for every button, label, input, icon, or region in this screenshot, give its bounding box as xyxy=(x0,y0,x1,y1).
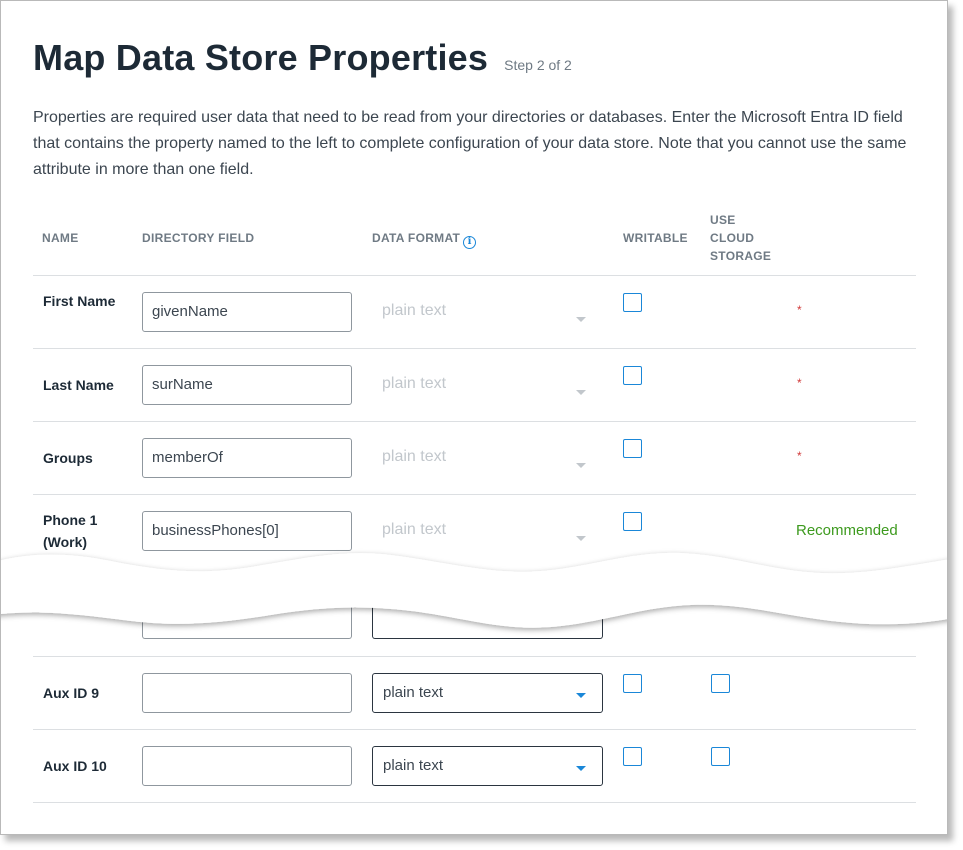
required-indicator: * xyxy=(797,376,802,390)
page-description: Properties are required user data that n… xyxy=(33,109,907,178)
chevron-down-icon xyxy=(576,317,586,322)
data-format-select: plain text xyxy=(372,291,602,331)
cloud-storage-checkbox[interactable] xyxy=(711,747,730,766)
recommended-indicator: Recommended xyxy=(796,522,898,539)
column-header-use-cloud-storage-line2: CLOUD xyxy=(710,231,755,245)
row-name: Last Name xyxy=(43,377,114,393)
writable-checkbox[interactable] xyxy=(623,512,642,531)
column-header-directory-field: DIRECTORY FIELD xyxy=(142,231,255,245)
column-header-data-format: DATA FORMAT i xyxy=(372,229,477,249)
required-indicator: * xyxy=(797,449,802,463)
data-format-value: plain text xyxy=(382,375,447,392)
writable-checkbox[interactable] xyxy=(623,674,642,693)
directory-field-input[interactable] xyxy=(142,673,352,713)
page-title: Map Data Store Properties xyxy=(33,37,489,78)
cloud-storage-checkbox[interactable] xyxy=(711,674,730,693)
row-divider xyxy=(33,802,916,803)
row-name: First Name xyxy=(43,293,116,309)
page-break-tear xyxy=(1,552,947,628)
row-divider xyxy=(33,729,916,730)
data-format-select: plain text xyxy=(372,437,602,477)
column-header-use-cloud-storage: USE CLOUD STORAGE xyxy=(710,211,771,265)
column-header-data-format-label: DATA FORMAT xyxy=(372,231,461,245)
row-divider xyxy=(33,348,916,349)
header-divider xyxy=(33,275,916,276)
row-divider xyxy=(33,656,916,657)
data-format-value: plain text xyxy=(383,684,444,701)
data-format-value: plain text xyxy=(383,757,444,774)
screenshot-frame: Map Data Store Properties Step 2 of 2 Pr… xyxy=(0,0,948,835)
writable-checkbox[interactable] xyxy=(623,747,642,766)
column-header-use-cloud-storage-line3: STORAGE xyxy=(710,249,772,263)
directory-field-input[interactable] xyxy=(142,746,352,786)
chevron-down-icon xyxy=(576,693,586,698)
row-divider xyxy=(33,421,916,422)
data-format-select[interactable]: plain text xyxy=(372,746,603,786)
chevron-down-icon xyxy=(576,390,586,395)
step-indicator: Step 2 of 2 xyxy=(504,57,572,73)
writable-checkbox[interactable] xyxy=(623,439,642,458)
writable-checkbox[interactable] xyxy=(623,293,642,312)
data-format-select[interactable]: plain text xyxy=(372,673,603,713)
writable-checkbox[interactable] xyxy=(623,366,642,385)
data-format-value: plain text xyxy=(382,521,447,538)
column-header-use-cloud-storage-line1: USE xyxy=(710,213,736,227)
directory-field-input[interactable]: surName xyxy=(142,365,352,405)
data-format-value: plain text xyxy=(382,448,447,465)
row-divider xyxy=(33,494,916,495)
data-format-select: plain text xyxy=(372,364,602,404)
data-format-value: plain text xyxy=(382,302,447,319)
directory-field-input[interactable]: givenName xyxy=(142,292,352,332)
row-name: Aux ID 10 xyxy=(43,758,107,774)
chevron-down-icon xyxy=(576,766,586,771)
column-header-name: NAME xyxy=(42,231,79,245)
column-header-writable: WRITABLE xyxy=(623,231,688,245)
chevron-down-icon xyxy=(576,463,586,468)
required-indicator: * xyxy=(797,303,802,317)
title-row: Map Data Store Properties Step 2 of 2 xyxy=(33,37,572,79)
info-icon[interactable]: i xyxy=(463,235,477,249)
row-name: Aux ID 9 xyxy=(43,685,100,701)
directory-field-input[interactable]: memberOf xyxy=(142,438,352,478)
row-name: Groups xyxy=(43,450,93,466)
